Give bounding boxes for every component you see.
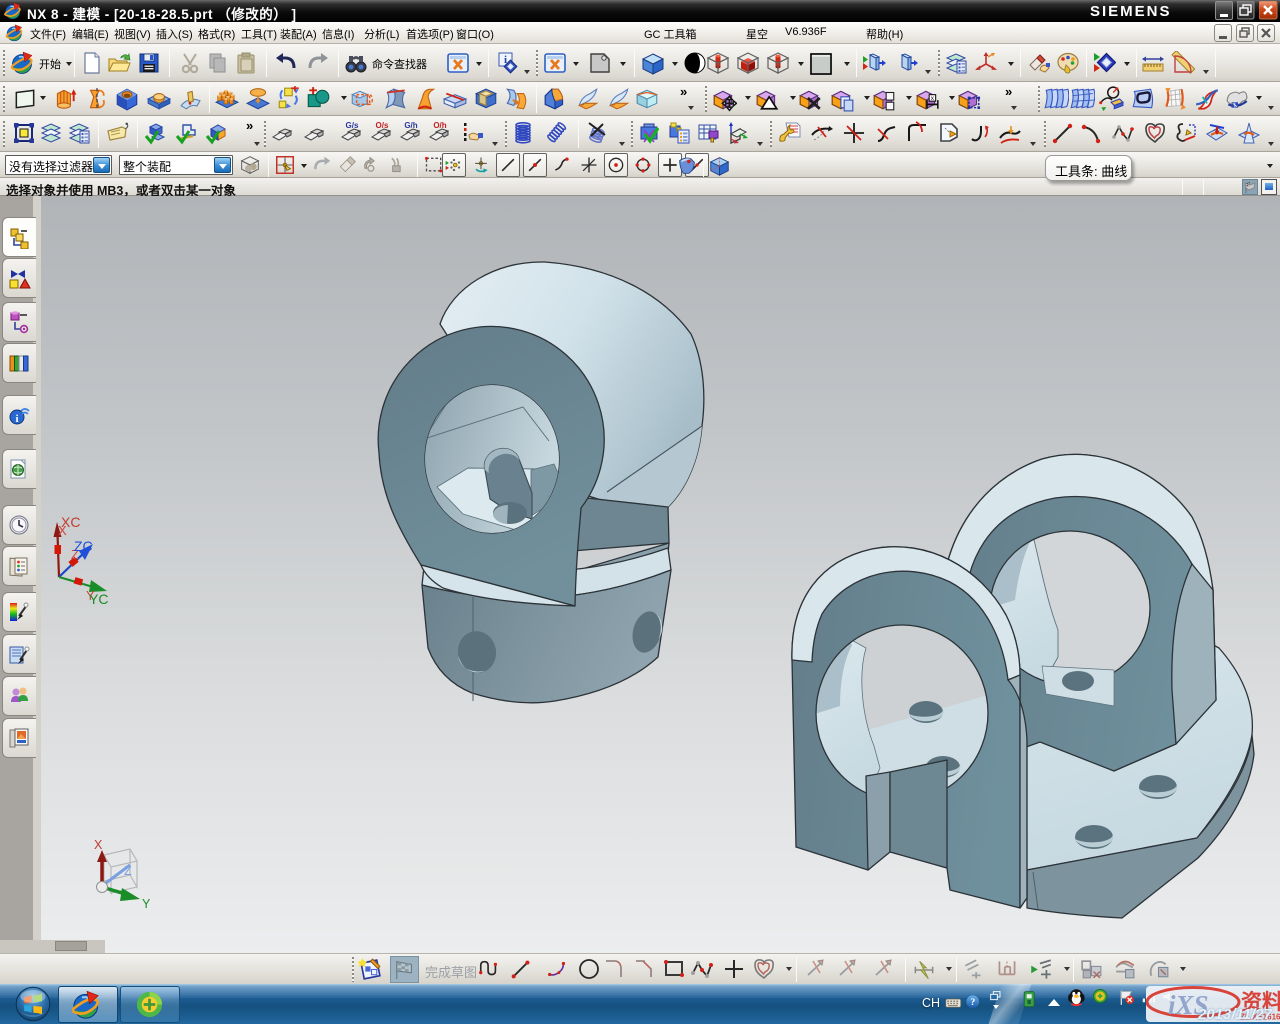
svg-text:Z: Z [124,864,132,878]
svg-text:ZC: ZC [74,538,93,554]
svg-text:?: ? [970,997,975,1008]
svg-text:O/h: O/h [433,121,446,130]
svg-text:i: i [15,413,18,425]
svg-text:Y: Y [142,897,151,911]
svg-text:O/s: O/s [376,121,389,130]
svg-text:YC: YC [89,591,108,607]
svg-text:XC: XC [61,514,80,530]
svg-text:X: X [94,838,103,852]
svg-text:G/s: G/s [346,121,359,130]
svg-text:G/h: G/h [404,121,417,130]
